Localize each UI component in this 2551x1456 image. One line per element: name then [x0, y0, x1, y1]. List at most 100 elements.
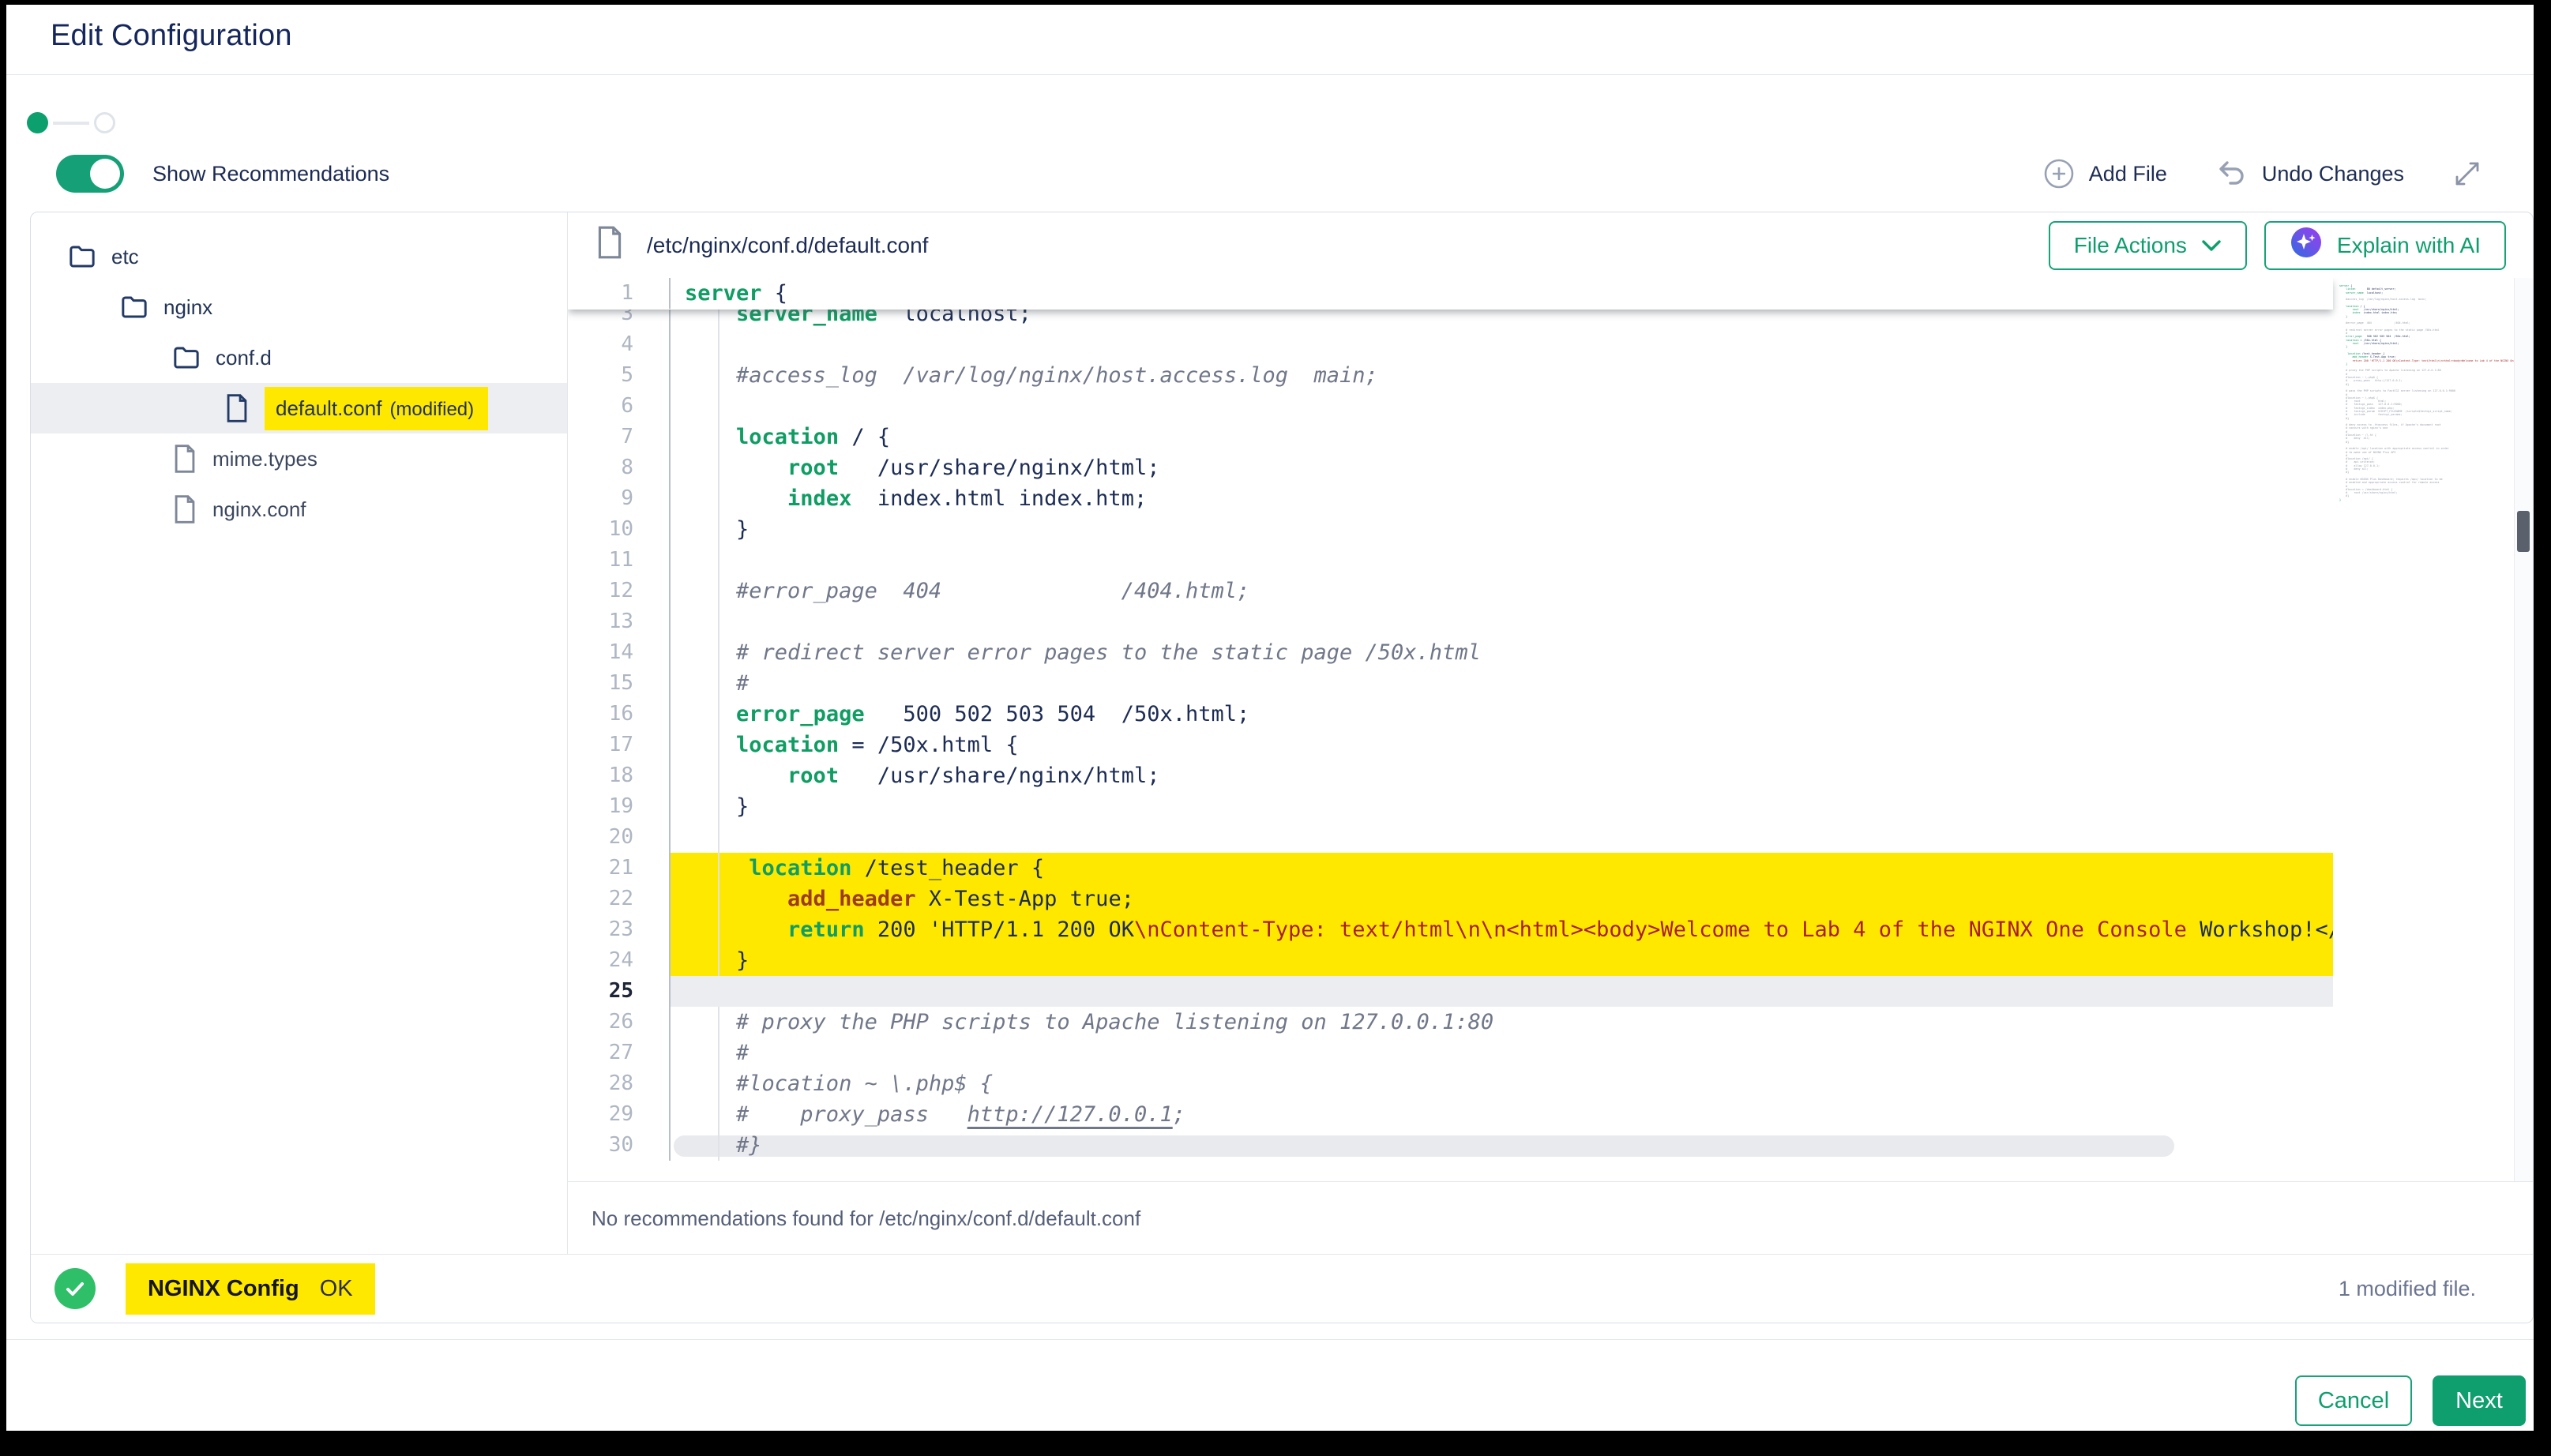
line-content — [671, 606, 2333, 637]
code-line-24[interactable]: 24 } — [568, 945, 2333, 976]
code-line-11[interactable]: 11 — [568, 545, 2333, 576]
code-line-12[interactable]: 12 #error_page 404 /404.html; — [568, 576, 2333, 606]
code-line-22[interactable]: 22 add_header X-Test-App true; — [568, 884, 2333, 914]
modified-files-count: 1 modified file. — [2339, 1277, 2476, 1301]
expand-button[interactable] — [2451, 158, 2483, 190]
line-content: } — [671, 945, 2333, 976]
code-line-15[interactable]: 15 # — [568, 668, 2333, 699]
line-content: server { — [671, 278, 787, 309]
line-content: location / { — [671, 422, 2333, 452]
line-content: } — [671, 791, 2333, 822]
line-number: 18 — [568, 760, 671, 791]
code-line-18[interactable]: 18 root /usr/share/nginx/html; — [568, 760, 2333, 791]
recommendations-text: No recommendations found for /etc/nginx/… — [592, 1206, 1140, 1231]
edit-configuration-modal: Edit Configuration Show Recommendations … — [6, 5, 2534, 1431]
vertical-scrollbar-thumb[interactable] — [2517, 511, 2530, 552]
undo-changes-button[interactable]: Undo Changes — [2215, 158, 2404, 190]
page-title: Edit Configuration — [51, 19, 292, 53]
toggle-knob — [90, 159, 120, 189]
code-line-19[interactable]: 19 } — [568, 791, 2333, 822]
file-actions-button[interactable]: File Actions — [2049, 221, 2247, 270]
status-bar: NGINX Config OK 1 modified file. — [31, 1254, 2533, 1323]
line-number: 24 — [568, 945, 671, 976]
line-content: location /test_header { — [671, 853, 2333, 884]
line-content — [671, 545, 2333, 576]
code-line-7[interactable]: 7 location / { — [568, 422, 2333, 452]
tree-item-label: conf.d — [216, 346, 272, 370]
line-number: 1 — [568, 278, 671, 309]
code-line-21[interactable]: 21 location /test_header { — [568, 853, 2333, 884]
line-content: return 200 'HTTP/1.1 200 OK\nContent-Typ… — [671, 914, 2333, 945]
line-number: 29 — [568, 1099, 671, 1130]
chevron-down-icon — [2201, 233, 2222, 258]
show-recommendations-label: Show Recommendations — [152, 162, 389, 186]
line-number: 6 — [568, 391, 671, 422]
file-tree: etcnginx conf.d default.conf(modified) mime… — [31, 212, 568, 1255]
code-line-26[interactable]: 26 # proxy the PHP scripts to Apache lis… — [568, 1007, 2333, 1038]
code-line-23[interactable]: 23 return 200 'HTTP/1.1 200 OK\nContent-… — [568, 914, 2333, 945]
code-line-10[interactable]: 10 } — [568, 514, 2333, 545]
line-number: 4 — [568, 329, 671, 360]
line-content: # proxy_pass http://127.0.0.1; — [671, 1099, 2333, 1130]
line-number: 17 — [568, 730, 671, 760]
code-line-20[interactable]: 20 — [568, 822, 2333, 853]
tree-item-conf.d[interactable]: conf.d — [31, 332, 567, 383]
line-number: 19 — [568, 791, 671, 822]
line-number: 13 — [568, 606, 671, 637]
code-line-30[interactable]: 30 #} — [568, 1130, 2333, 1161]
code-line-8[interactable]: 8 root /usr/share/nginx/html; — [568, 452, 2333, 483]
cancel-button[interactable]: Cancel — [2295, 1375, 2412, 1426]
sticky-line: 1server { — [568, 278, 2333, 310]
minimap[interactable]: server { listen 80 default_server; serve… — [2339, 284, 2515, 501]
step-dot-inactive — [94, 112, 115, 133]
code-line-4[interactable]: 4 — [568, 329, 2333, 360]
footer-divider — [6, 1339, 2534, 1340]
code-line-28[interactable]: 28 #location ~ \.php$ { — [568, 1068, 2333, 1099]
tree-item-default.conf[interactable]: default.conf(modified) — [31, 383, 567, 433]
code-line-9[interactable]: 9 index index.html index.htm; — [568, 483, 2333, 514]
code-line-13[interactable]: 13 — [568, 606, 2333, 637]
tree-item-mime.types[interactable]: mime.types — [31, 433, 567, 484]
tree-item-nginx.conf[interactable]: nginx.conf — [31, 484, 567, 535]
code-line-27[interactable]: 27 # — [568, 1038, 2333, 1068]
status-check-icon — [54, 1268, 96, 1309]
file-icon — [225, 394, 249, 422]
sticky-code-line[interactable]: 1server { — [568, 278, 787, 309]
line-number: 8 — [568, 452, 671, 483]
line-number: 25 — [568, 976, 671, 1007]
line-number: 16 — [568, 699, 671, 730]
code-line-6[interactable]: 6 — [568, 391, 2333, 422]
code-line-14[interactable]: 14 # redirect server error pages to the … — [568, 637, 2333, 668]
code-line-5[interactable]: 5 #access_log /var/log/nginx/host.access… — [568, 360, 2333, 391]
line-number: 5 — [568, 360, 671, 391]
next-button[interactable]: Next — [2433, 1375, 2526, 1426]
code-line-29[interactable]: 29 # proxy_pass http://127.0.0.1; — [568, 1099, 2333, 1130]
add-file-button[interactable]: Add File — [2043, 158, 2167, 190]
undo-changes-label: Undo Changes — [2262, 162, 2404, 186]
vertical-scrollbar-track[interactable] — [2514, 278, 2533, 1182]
line-content: add_header X-Test-App true; — [671, 884, 2333, 914]
show-recommendations-toggle[interactable] — [56, 155, 124, 193]
line-number: 12 — [568, 576, 671, 606]
line-number: 15 — [568, 668, 671, 699]
line-content: #} — [671, 1130, 2333, 1161]
code-line-16[interactable]: 16 error_page 500 502 503 504 /50x.html; — [568, 699, 2333, 730]
editor-pane: /etc/nginx/conf.d/default.conf File Acti… — [568, 212, 2533, 1255]
code-line-17[interactable]: 17 location = /50x.html { — [568, 730, 2333, 760]
explain-with-ai-button[interactable]: Explain with AI — [2264, 221, 2506, 270]
code-line-25[interactable]: 25 — [568, 976, 2333, 1007]
line-content: #error_page 404 /404.html; — [671, 576, 2333, 606]
expand-icon — [2451, 158, 2483, 190]
folder-icon — [69, 245, 96, 268]
tree-item-nginx[interactable]: nginx — [31, 282, 567, 332]
code-editor[interactable]: 3 server_name localhost;45 #access_log /… — [568, 278, 2533, 1182]
step-connector — [53, 122, 89, 125]
line-content: # redirect server error pages to the sta… — [671, 637, 2333, 668]
file-icon — [173, 495, 197, 523]
tree-item-label: nginx.conf — [212, 497, 306, 522]
file-icon — [595, 225, 625, 265]
tree-item-etc[interactable]: etc — [31, 231, 567, 282]
tree-item-label: mime.types — [212, 447, 317, 471]
line-content: root /usr/share/nginx/html; — [671, 760, 2333, 791]
line-content: root /usr/share/nginx/html; — [671, 452, 2333, 483]
